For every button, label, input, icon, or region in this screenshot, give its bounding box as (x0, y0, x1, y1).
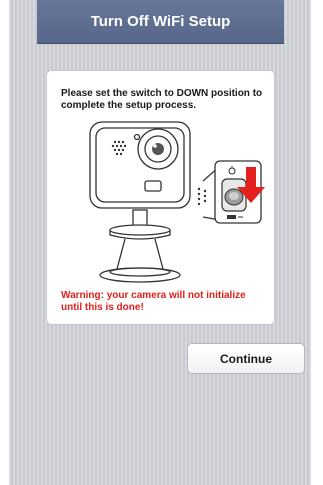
title-bar: Turn Off WiFi Setup (37, 0, 284, 44)
camera-icon (89, 121, 207, 283)
app-screen: Turn Off WiFi Setup Please set the switc… (9, 0, 311, 485)
instruction-card: Please set the switch to DOWN position t… (47, 71, 274, 324)
page-title: Turn Off WiFi Setup (90, 13, 231, 30)
continue-button-label: Continue (220, 351, 272, 366)
instruction-text: Please set the switch to DOWN position t… (61, 88, 263, 111)
warning-text: Warning: your camera will not initialize… (61, 290, 246, 313)
camera-switch-illustration (89, 121, 265, 283)
continue-button[interactable]: Continue (187, 343, 305, 374)
